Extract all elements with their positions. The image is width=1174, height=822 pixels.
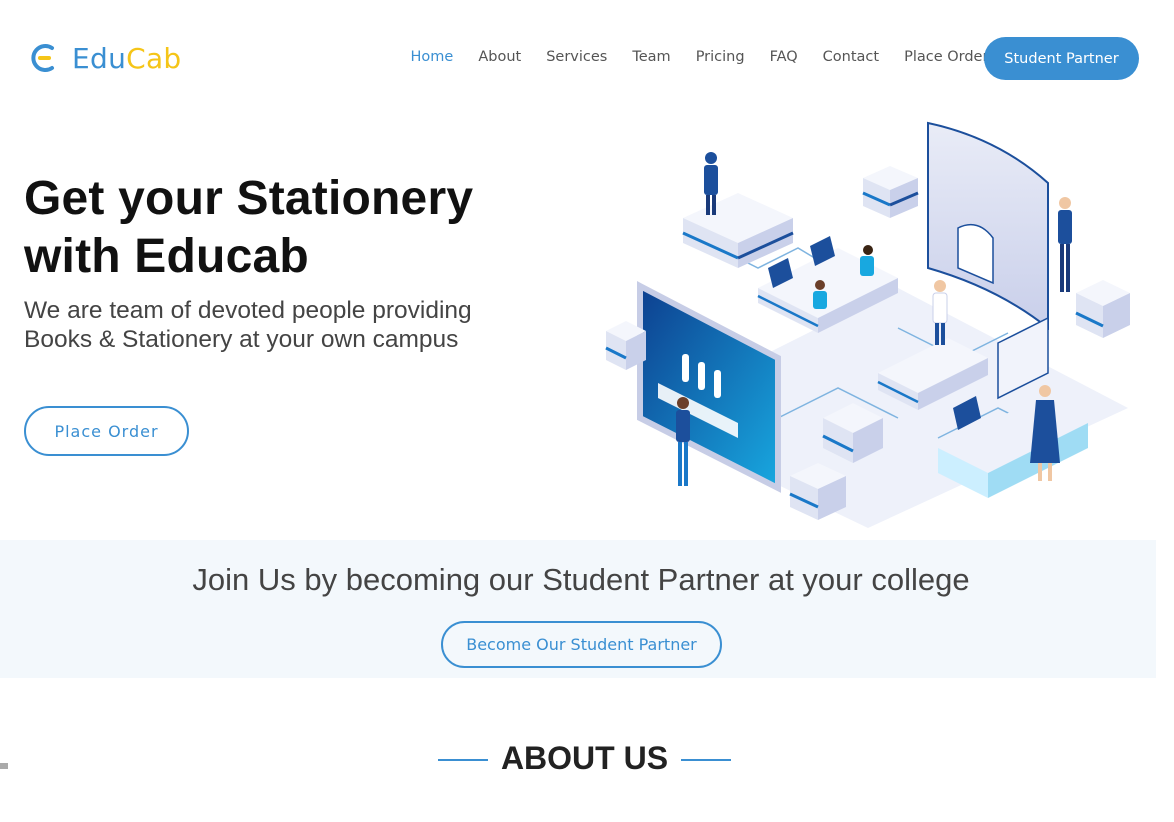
- nav-team[interactable]: Team: [620, 47, 683, 67]
- brand-name: EduCab: [72, 41, 182, 75]
- hero-title: Get your Stationery with Educab: [24, 170, 473, 286]
- hero-subtitle-line1: We are team of devoted people providing: [24, 297, 472, 324]
- brand-logo[interactable]: EduCab: [30, 38, 182, 78]
- hero-subtitle: We are team of devoted people providing …: [24, 296, 544, 354]
- place-order-button[interactable]: Place Order: [24, 406, 189, 456]
- nav-services[interactable]: Services: [534, 47, 620, 67]
- nav-home[interactable]: Home: [398, 47, 466, 67]
- student-partner-button[interactable]: Student Partner: [984, 37, 1139, 80]
- educab-logo-icon: [31, 44, 54, 72]
- nav-about[interactable]: About: [466, 47, 534, 67]
- scroll-indicator: [0, 763, 8, 769]
- hero-subtitle-line2: Books & Stationery at your own campus: [24, 326, 459, 353]
- nav-pricing[interactable]: Pricing: [683, 47, 757, 67]
- hero-title-line1: Get your Stationery: [24, 172, 474, 225]
- main-nav: Home About Services Team Pricing FAQ Con…: [398, 47, 1001, 67]
- site-header: EduCab Home About Services Team Pricing …: [0, 0, 1174, 110]
- student-partner-banner: Join Us by becoming our Student Partner …: [0, 540, 1156, 678]
- nav-contact[interactable]: Contact: [810, 47, 891, 67]
- become-partner-button[interactable]: Become Our Student Partner: [441, 621, 722, 668]
- nav-faq[interactable]: FAQ: [757, 47, 810, 67]
- about-section-title: ABOUT US: [500, 740, 669, 776]
- hero-title-line2: with Educab: [24, 230, 309, 283]
- about-divider-left: [438, 759, 488, 761]
- about-divider-right: [681, 759, 731, 761]
- isometric-office-illustration: [605, 121, 1130, 528]
- join-title: Join Us by becoming our Student Partner …: [192, 562, 970, 597]
